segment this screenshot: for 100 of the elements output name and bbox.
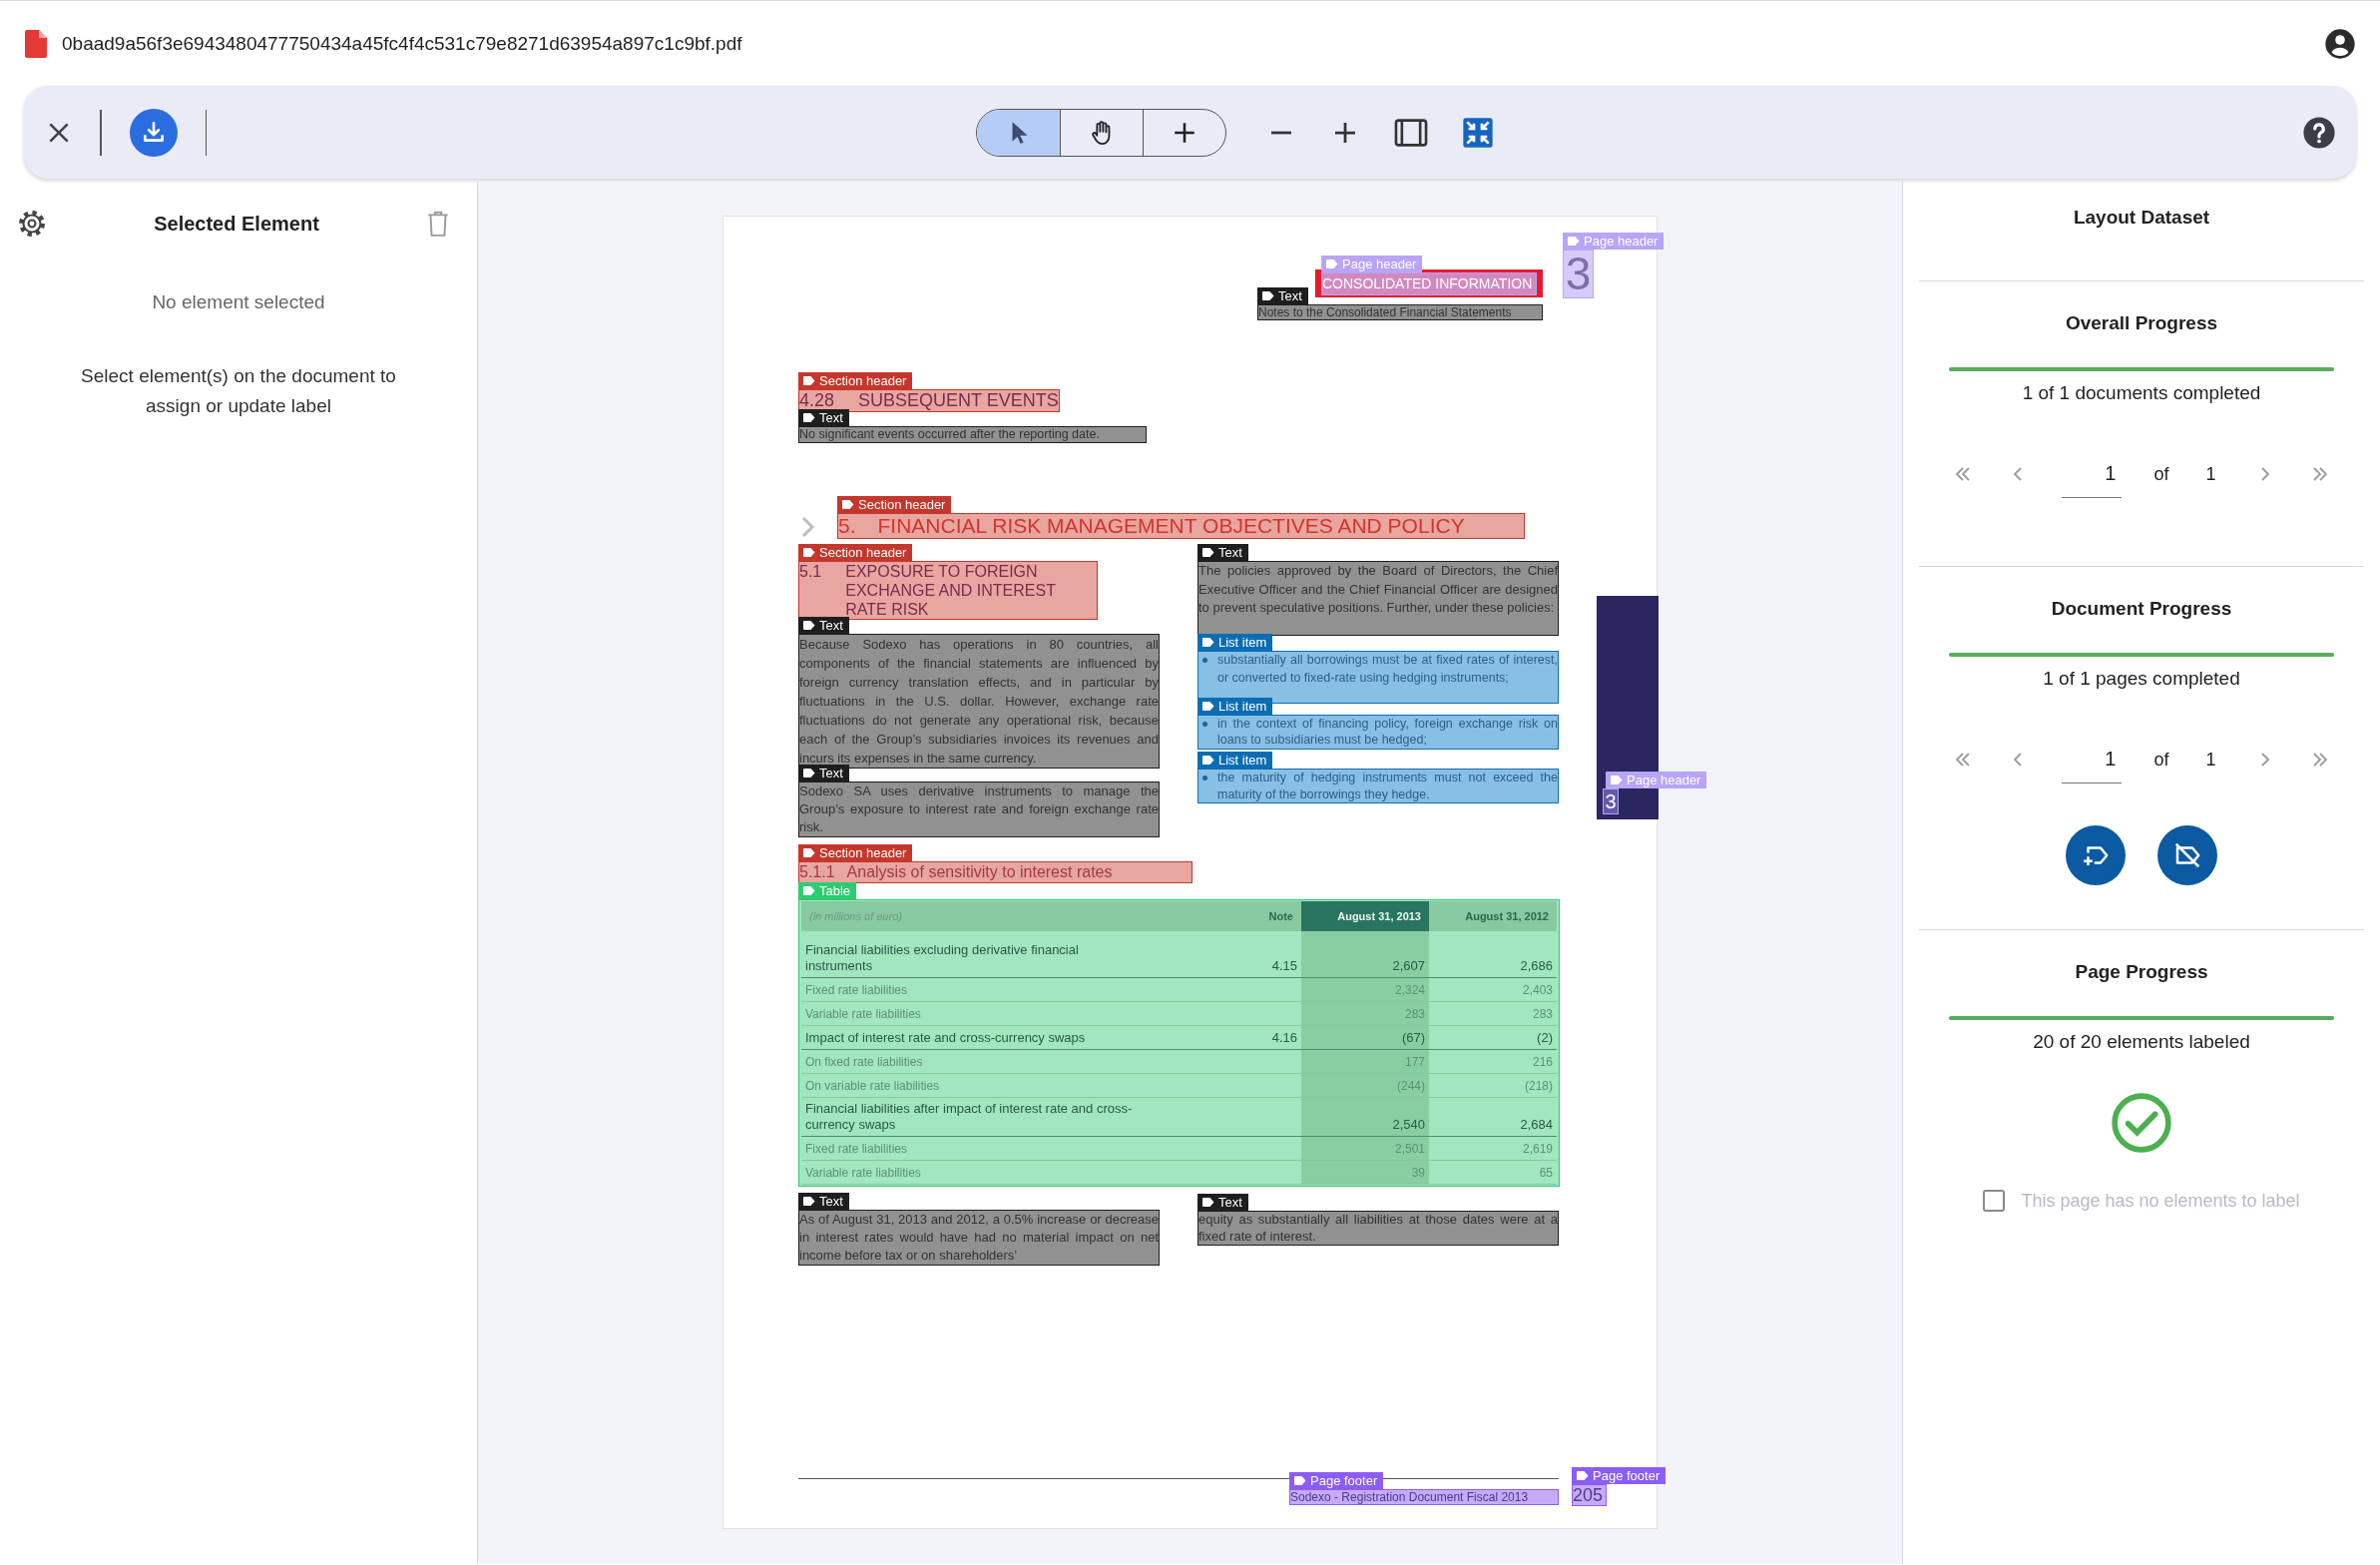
table-cell: 177 [1301,1049,1429,1074]
tag-icon [803,1197,815,1206]
section-title: Document Progress [2050,597,2233,621]
progress-summary: 1 of 1 documents completed [2021,381,2262,405]
table-cell: Fixed rate liabilities [801,977,1139,1002]
label-text: Section header [819,545,907,560]
tag-icon [803,376,815,385]
clear-labels-button[interactable] [2157,825,2217,885]
table-cell: 2,324 [1301,977,1429,1002]
tag-icon [1202,702,1214,711]
label-text: Page footer [1593,1468,1661,1483]
text-annotation: equity as substantially all liabilities at those dates were at a fixed rate of interest. [1197,1211,1559,1246]
settings-icon[interactable] [16,208,48,240]
tag-icon [1611,776,1623,784]
table-cell: 283 [1301,1001,1429,1026]
label-text: Section header [858,497,946,512]
of-label: of [2153,749,2169,771]
section-number: 5.1.1 [799,862,835,882]
page-frame-icon[interactable] [1394,117,1428,148]
text-annotation: No significant events occurred after the reporting date. [798,426,1147,443]
label-text: Text [819,766,843,781]
label-text: Section header [819,845,907,860]
fit-page-icon[interactable] [1462,116,1494,149]
text-annotation: As of August 31, 2013 and 2012, a 0.5% increase or decrease in interest rates would have had no material impact on net income before tax or on shareholders’ [798,1210,1160,1266]
section-title: SUBSEQUENT EVENTS [858,390,1059,411]
page-total: 1 [2204,749,2217,771]
chevron-icon [801,516,815,538]
table-cell: (244) [1301,1073,1429,1098]
select-tool-button[interactable] [977,109,1060,156]
table-cell: 2,619 [1429,1136,1557,1161]
tag-icon [1294,1476,1306,1485]
account-icon[interactable] [2324,27,2356,60]
page-footer-annotation: 205 [1572,1484,1607,1506]
tag-icon [803,848,815,857]
label-text: Page header [1584,234,1659,249]
tag-icon [803,886,815,895]
table-cell: Variable rate liabilities [801,1160,1139,1185]
label-text: Text [819,1194,843,1209]
table-cell: Financial liabilities excluding derivative financial instruments [801,939,1139,978]
empty-message: No element selected [151,291,326,313]
list-item-text: in the context of financing policy, foreign exchange risk on loans to subsidiaries must be hedged; [1217,716,1558,749]
help-icon[interactable] [2302,115,2336,150]
panel-title: Selected Element [153,212,320,236]
tag-icon [803,413,815,422]
page-header-annotation: 3 [1603,788,1619,814]
table-cell: Impact of interest rate and cross-currency swaps [801,1025,1139,1050]
section-title: EXPOSURE TO FOREIGN EXCHANGE AND INTEREST RATE RISK [845,562,1057,619]
label-text: Page footer [1310,1473,1378,1488]
column-header: August 31, 2012 [1429,901,1557,931]
table-cell: Variable rate liabilities [801,1001,1139,1026]
section-title: Analysis of sensitivity to interest rates [846,862,1113,882]
label-text: Section header [819,373,907,388]
table-cell: Financial liabilities after impact of interest rate and cross-currency swaps [801,1097,1139,1137]
table-cell: On variable rate liabilities [801,1073,1139,1098]
table-cell: 2,684 [1429,1097,1557,1137]
tag-icon [1262,291,1274,300]
page-number-field[interactable]: 1 [2062,736,2123,783]
checkbox-label: This page has no elements to label [2021,1190,2300,1212]
of-label: of [2153,463,2169,485]
table-cell: 2,403 [1429,977,1557,1002]
section-title: FINANCIAL RISK MANAGEMENT OBJECTIVES AND POLICY [877,514,1465,538]
page-header-annotation: 3 [1563,250,1594,298]
panel-title: Layout Dataset [1919,182,2364,281]
bullet-icon [1202,722,1207,727]
pdf-file-icon [25,29,47,58]
table-cell: 2,501 [1301,1136,1429,1161]
table-cell: (2) [1429,1025,1557,1050]
list-item-text: the maturity of hedging instruments must not exceed the maturity of the borrowings they hedge. [1217,770,1558,802]
label-text: List item [1218,635,1267,650]
section-number: 5.1 [799,562,822,582]
label-text: Text [1218,545,1242,560]
section-title: Page Progress [2074,960,2209,984]
label-text: List item [1218,753,1267,768]
table-cell: 216 [1429,1049,1557,1074]
table-cell: 2,686 [1429,939,1557,978]
table-cell: On fixed rate liabilities [801,1049,1139,1074]
page-number-field[interactable]: 1 [2062,450,2123,498]
tag-icon [842,500,854,509]
text-annotation: Notes to the Consolidated Financial Statements [1257,304,1543,320]
label-text: List item [1218,699,1267,714]
label-text: Text [819,618,843,633]
tag-icon [803,621,815,630]
table-cell: 283 [1429,1001,1557,1026]
tag-off-icon [2172,840,2202,870]
tag-icon [1202,1198,1214,1207]
table-cell: 65 [1429,1160,1557,1185]
table-cell: (218) [1429,1073,1557,1098]
section-title: Overall Progress [2064,311,2219,335]
trash-icon[interactable] [425,210,451,238]
section-number: 4.28 [799,390,835,411]
label-text: Text [819,410,843,425]
text-annotation: The policies approved by the Board of Directors, the Chief Executive Officer and the Chief Financial Officer are designed to prevent speculative positions. Further, under these policies: [1197,561,1559,636]
tag-icon [1577,1471,1589,1480]
page-footer-annotation: Sodexo - Registration Document Fiscal 2013 [1289,1489,1559,1505]
text-annotation: Sodexo SA uses derivative instruments to manage the Group’s exposure to interest rate and foreign exchange rate risk. [798,782,1160,837]
add-label-button[interactable] [2066,825,2126,885]
hint-text: Select element(s) on the document to assign or update label [80,364,397,418]
text-annotation: Because Sodexo has operations in 80 countries, all components of the financial statements are influenced by foreign currency translation effects, and in particular by fluctuations in the U.S. dollar. However, exchange rate fluctuations do not generate any operational risk, because each of the Group’s subsidiaries invoices its revenues and incurs its expenses in the same currency. [798,634,1160,769]
tag-icon [803,769,815,778]
tag-icon [1202,548,1214,557]
